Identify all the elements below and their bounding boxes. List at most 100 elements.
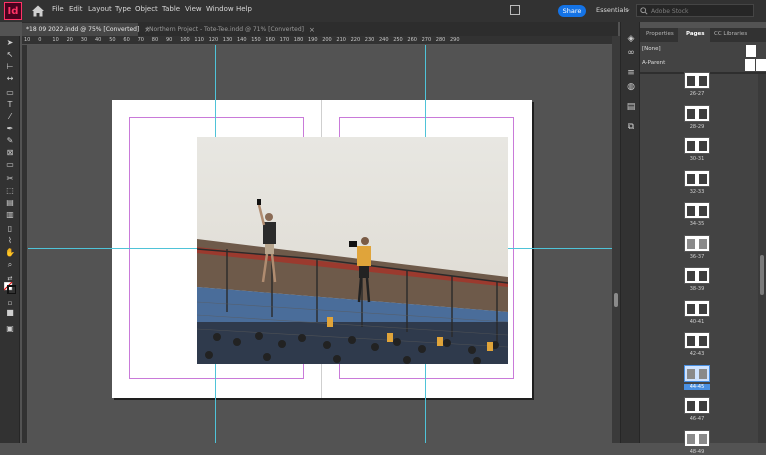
page-thumbnail[interactable] [684,397,710,414]
tab-document-1[interactable]: *18 09 2022.indd @ 75% [Converted] × [22,23,150,36]
rectangle-frame-tool-icon[interactable]: ⊠ [4,148,16,158]
menu-object[interactable]: Object [135,5,158,13]
panel-layout-icon[interactable] [510,5,520,15]
page-spread-item[interactable]: 32-33 [684,169,710,195]
menu-view[interactable]: View [185,5,202,13]
apply-color-icon[interactable]: ■ [4,308,16,318]
ruler-tick-label: 10 [24,37,31,43]
tab-pages[interactable]: Pages [686,31,705,37]
home-icon[interactable] [30,3,46,19]
page-half [697,301,709,316]
page-half [685,236,697,251]
document-canvas[interactable] [28,45,612,443]
page-thumbnail[interactable] [684,234,710,252]
swatches-icon[interactable]: ◍ [626,82,636,92]
page-spread-item[interactable]: 42-43 [684,332,710,357]
image-frame[interactable] [197,137,508,364]
type-tool-icon[interactable]: T [4,100,16,110]
search-input[interactable] [651,7,751,15]
page-thumbnail[interactable] [684,299,710,317]
ruler-tick-label: 170 [279,37,290,43]
line-tool-icon[interactable]: ⁄ [4,112,16,122]
screen-mode-icon[interactable]: ▣ [4,324,16,334]
ruler-tick-label: 250 [393,37,403,43]
page-spread-item[interactable]: 26-27 [684,72,710,97]
parent-label: [None] [642,46,661,52]
gradient-swatch-tool-icon[interactable]: ▤ [4,198,16,208]
pencil-tool-icon[interactable]: ✎ [4,136,16,146]
zoom-tool-icon[interactable]: ⌕ [4,260,16,270]
page-thumbnail[interactable] [684,137,710,154]
links-icon[interactable]: ∞ [626,48,636,58]
pen-tool-icon[interactable]: ✒ [4,124,16,134]
page-thumbnail[interactable] [684,364,710,382]
hand-tool-icon[interactable]: ✋ [4,248,16,258]
page-thumbnail[interactable] [684,72,710,89]
menu-window[interactable]: Window [206,5,234,13]
formatting-affects-container-icon[interactable]: ▫ [4,298,16,308]
close-icon[interactable]: × [309,26,315,34]
ruler-tick-label: 220 [350,37,361,43]
ruler-tick-label: 100 [180,37,190,43]
menu-help[interactable]: Help [236,5,252,13]
ruler-tick-label: 120 [208,37,219,43]
page-thumbnail[interactable] [684,267,710,284]
ruler-tick-label: 180 [293,37,304,43]
share-button[interactable]: Share [558,5,586,17]
direct-selection-tool-icon[interactable]: ↖ [4,50,16,60]
page-tool-icon[interactable]: ⊢ [4,62,16,72]
tab-properties[interactable]: Properties [646,31,674,37]
menu-layout[interactable]: Layout [88,5,112,13]
menu-table[interactable]: Table [162,5,180,13]
parent-label: A-Parent [642,60,666,66]
chevron-down-icon[interactable]: ⌄ [625,5,631,13]
page-thumbnail[interactable] [684,104,710,122]
fill-stroke-icon[interactable] [3,281,17,295]
workspace-switcher[interactable]: Essentials [596,6,629,14]
menu-file[interactable]: File [52,5,64,13]
stroke-icon[interactable]: ≡ [626,68,636,78]
page-spread-item[interactable]: 46-47 [684,397,710,422]
text-wrap-icon[interactable]: ▤ [626,102,636,112]
page-spread-item[interactable]: 38-39 [684,267,710,292]
parent-a[interactable]: A-Parent [640,58,766,72]
tab-cc-libraries[interactable]: CC Libraries [714,31,747,37]
scrollbar-thumb[interactable] [614,293,618,307]
page-spread-item[interactable]: 34-35 [684,202,710,227]
layers-icon[interactable]: ◈ [626,34,636,44]
page-spread-item[interactable]: 28-29 [684,104,710,130]
page-half [697,203,709,218]
page-half [697,366,709,381]
tab-document-2[interactable]: *Northern Project - Tote-Tee.indd @ 71% … [142,23,322,36]
note-tool-icon[interactable]: ▯ [4,224,16,234]
page-thumbnail[interactable] [684,429,710,447]
stadium-photo [197,137,508,364]
page-thumbnail[interactable] [684,169,710,187]
page-thumbnail[interactable] [684,202,710,219]
ruler-tick-label: 200 [322,37,332,43]
ruler-tick-label: 140 [237,37,247,43]
ruler-tick-label: 40 [95,37,102,43]
pathfinder-icon[interactable]: ⧉ [626,122,636,132]
eyedropper-tool-icon[interactable]: ⌇ [4,236,16,246]
page-thumbnail[interactable] [684,332,710,349]
page-spread-item[interactable]: 48-49 [684,429,710,455]
page-spread-item[interactable]: 40-41 [684,299,710,325]
menu-type[interactable]: Type [115,5,131,13]
selection-tool-icon[interactable]: ➤ [4,38,16,48]
gradient-feather-tool-icon[interactable]: ▥ [4,210,16,220]
page-spread-item[interactable]: 44-45 [684,364,710,390]
parent-none[interactable]: [None] [640,44,766,58]
content-collector-icon[interactable]: ▭ [4,88,16,98]
scissors-tool-icon[interactable]: ✂ [4,174,16,184]
stock-search[interactable] [636,4,754,17]
page-spread-item[interactable]: 30-31 [684,137,710,162]
rectangle-tool-icon[interactable]: ▭ [4,160,16,170]
page-spread-item[interactable]: 36-37 [684,234,710,260]
menu-edit[interactable]: Edit [69,5,83,13]
gap-tool-icon[interactable]: ↔ [4,74,16,84]
free-transform-tool-icon[interactable]: ⬚ [4,186,16,196]
scrollbar-thumb[interactable] [760,255,764,295]
horizontal-ruler[interactable]: 10 0 10 20 30 40 50 60 70 80 90 100 110 120 130 140 150 1… [22,36,612,45]
canvas-vertical-scrollbar[interactable] [612,36,620,443]
